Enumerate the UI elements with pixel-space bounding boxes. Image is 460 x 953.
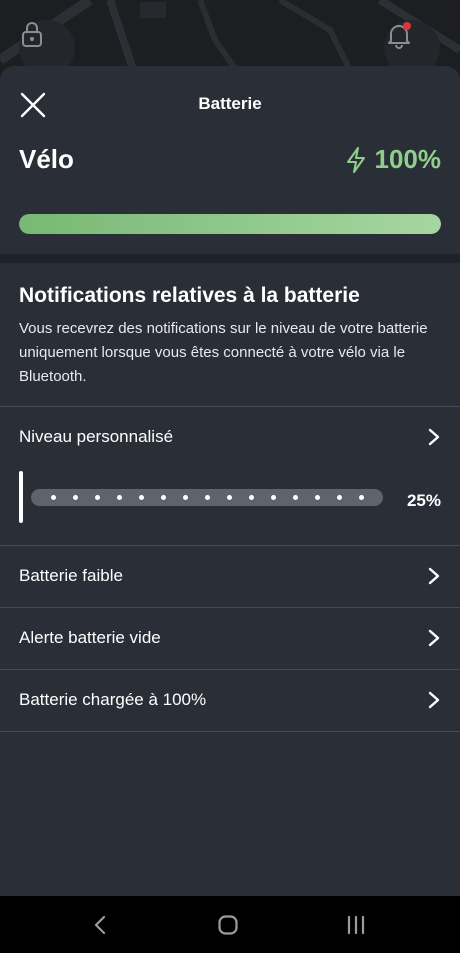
slider-dot: [292, 495, 298, 500]
chevron-right-icon: [428, 428, 440, 446]
slider-dot: [160, 495, 166, 500]
list-item-label: Batterie chargée à 100%: [19, 690, 207, 709]
battery-level-text: 100%: [374, 144, 442, 174]
battery-sheet: Batterie Vélo 100% Notifications relativ…: [0, 66, 460, 896]
list-divider: [0, 731, 460, 732]
custom-level-value: 25%: [406, 491, 441, 510]
list-item-low-battery[interactable]: Batterie faible: [0, 545, 460, 607]
slider-dot: [204, 495, 210, 500]
home-icon: [218, 915, 238, 935]
custom-level-row[interactable]: Niveau personnalisé 25%: [0, 406, 460, 545]
sheet-header: Batterie: [0, 66, 460, 144]
recent-apps-button[interactable]: [341, 910, 371, 940]
recent-apps-icon: [347, 915, 365, 935]
notifications-title: Notifications relatives à la batterie: [19, 284, 360, 307]
slider-dot: [94, 495, 100, 500]
slider-handle[interactable]: [19, 471, 23, 523]
system-nav-bar: [0, 896, 460, 953]
list-item-label: Batterie faible: [19, 566, 123, 585]
screen: Batterie Vélo 100% Notifications relativ…: [0, 0, 460, 953]
notifications-description: Vous recevrez des notifications sur le n…: [19, 320, 428, 385]
custom-level-slider[interactable]: [19, 471, 384, 523]
list-item-empty-battery-alert[interactable]: Alerte batterie vide: [0, 607, 460, 669]
slider-dot: [138, 495, 144, 500]
page-title: Batterie: [198, 94, 262, 113]
battery-progress-bar: [19, 214, 441, 234]
slider-dot: [116, 495, 122, 500]
lightning-icon: [346, 146, 365, 173]
slider-dot: [314, 495, 320, 500]
home-button[interactable]: [213, 910, 243, 940]
slider-dot: [72, 495, 78, 500]
chevron-right-icon: [428, 629, 440, 647]
slider-dot: [270, 495, 276, 500]
slider-dot: [358, 495, 364, 500]
slider-dot: [248, 495, 254, 500]
chevron-right-icon: [428, 691, 440, 709]
section-divider: [0, 254, 460, 263]
battery-summary: Vélo 100%: [0, 144, 460, 194]
slider-dot: [50, 495, 56, 500]
custom-level-label: Niveau personnalisé: [19, 427, 174, 446]
list-item-label: Alerte batterie vide: [19, 628, 161, 647]
back-icon: [94, 915, 106, 935]
notifications-section: Notifications relatives à la batterie Vo…: [0, 263, 460, 389]
slider-dot: [336, 495, 342, 500]
notification-dot: [403, 22, 411, 30]
battery-level: 100%: [345, 144, 442, 175]
lock-icon: [22, 22, 42, 47]
bike-label: Vélo: [19, 144, 74, 174]
battery-progress-fill: [19, 214, 441, 234]
chevron-right-icon: [428, 567, 440, 585]
list-item-battery-full[interactable]: Batterie chargée à 100%: [0, 669, 460, 731]
notifications-list: Niveau personnalisé 25% Batterie faible …: [0, 406, 460, 732]
slider-track[interactable]: [31, 489, 383, 506]
back-button[interactable]: [85, 910, 115, 940]
bell-icon: [388, 22, 411, 49]
slider-dot: [182, 495, 188, 500]
slider-dot: [226, 495, 232, 500]
